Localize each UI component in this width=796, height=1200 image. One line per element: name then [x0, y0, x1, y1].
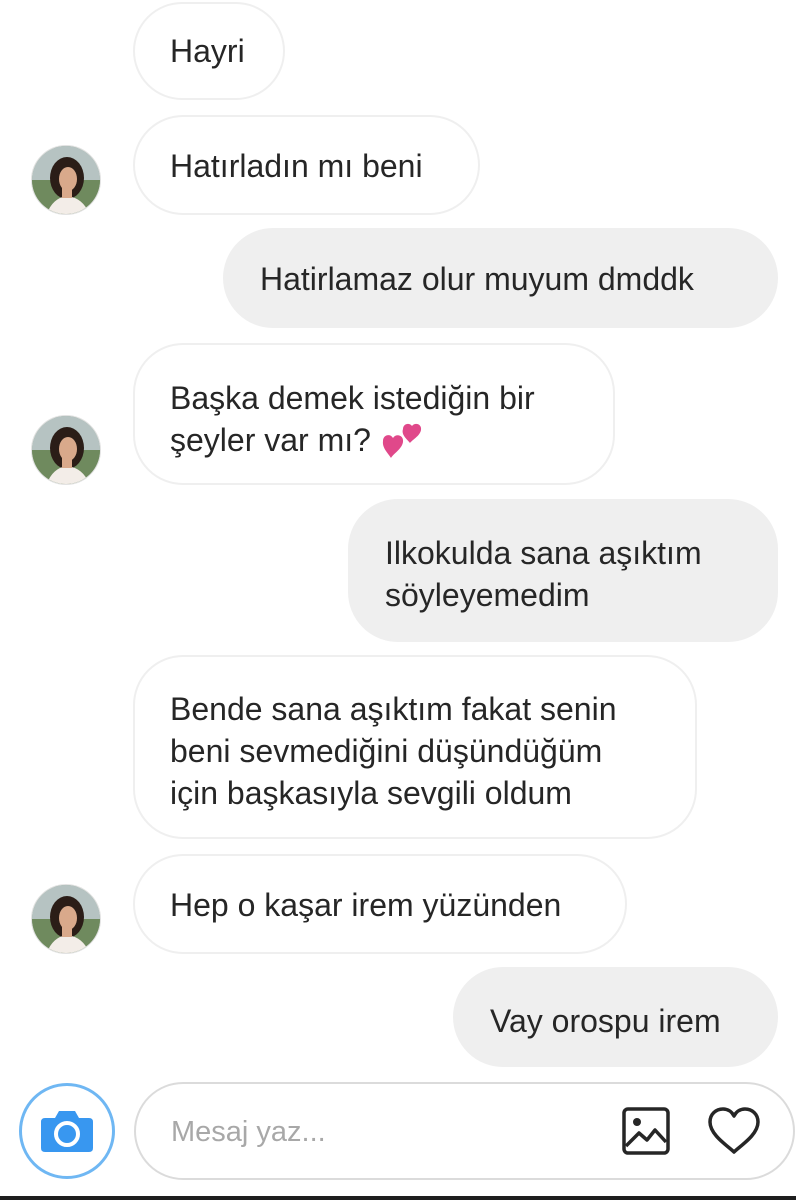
message-bubble-outgoing[interactable]: Ilkokulda sana aşıktım söyleyemedim: [348, 499, 778, 642]
message-text: Hayri: [170, 33, 245, 69]
like-button[interactable]: [704, 1102, 764, 1160]
message-bubble-incoming[interactable]: Hayri: [133, 2, 285, 100]
message-text-line: şeyler var mı?: [170, 419, 613, 461]
message-text: Hatırladın mı beni: [170, 148, 423, 184]
sender-avatar[interactable]: [31, 145, 101, 215]
gallery-button[interactable]: [617, 1102, 677, 1160]
message-text-line: Bende sana aşıktım fakat senin: [170, 691, 617, 727]
message-text-line: beni sevmediğini düşündüğüm: [170, 733, 603, 769]
avatar-photo: [32, 885, 100, 953]
message-bubble-outgoing[interactable]: Vay orospu irem: [453, 967, 778, 1067]
camera-icon: [41, 1111, 93, 1152]
message-bubble-incoming[interactable]: Hep o kaşar irem yüzünden: [133, 854, 627, 954]
avatar-photo: [32, 416, 100, 484]
message-text: Hep o kaşar irem yüzünden: [170, 887, 562, 923]
image-icon: [622, 1107, 670, 1155]
message-bubble-incoming[interactable]: Hatırladın mı beni: [133, 115, 480, 215]
message-input-pill[interactable]: [134, 1082, 795, 1180]
message-input[interactable]: [169, 1102, 593, 1162]
message-text-line: Başka demek istediğin bir: [170, 380, 535, 416]
camera-button[interactable]: [19, 1083, 115, 1179]
message-text-line-part: şeyler var mı?: [170, 422, 371, 458]
heart-icon: [708, 1107, 760, 1154]
message-text: Vay orospu irem: [490, 1003, 721, 1039]
message-text: Hatirlamaz olur muyum dmddk: [260, 261, 694, 297]
message-bubble-outgoing[interactable]: Hatirlamaz olur muyum dmddk: [223, 228, 778, 328]
sender-avatar[interactable]: [31, 415, 101, 485]
message-text-line: söyleyemedim: [385, 577, 590, 613]
message-text-line: için başkasıyla sevgili oldum: [170, 775, 572, 811]
bottom-divider: [0, 1196, 796, 1200]
two-hearts-icon: [382, 423, 422, 458]
message-text-line: Ilkokulda sana aşıktım: [385, 535, 702, 571]
message-thread: Hayri Hatırladın mı beni Hatirlamaz olur…: [0, 0, 796, 1070]
message-bubble-incoming[interactable]: Başka demek istediğin bir şeyler var mı?: [133, 343, 615, 485]
sender-avatar[interactable]: [31, 884, 101, 954]
message-bubble-incoming[interactable]: Bende sana aşıktım fakat senin beni sevm…: [133, 655, 697, 839]
avatar-photo: [32, 146, 100, 214]
